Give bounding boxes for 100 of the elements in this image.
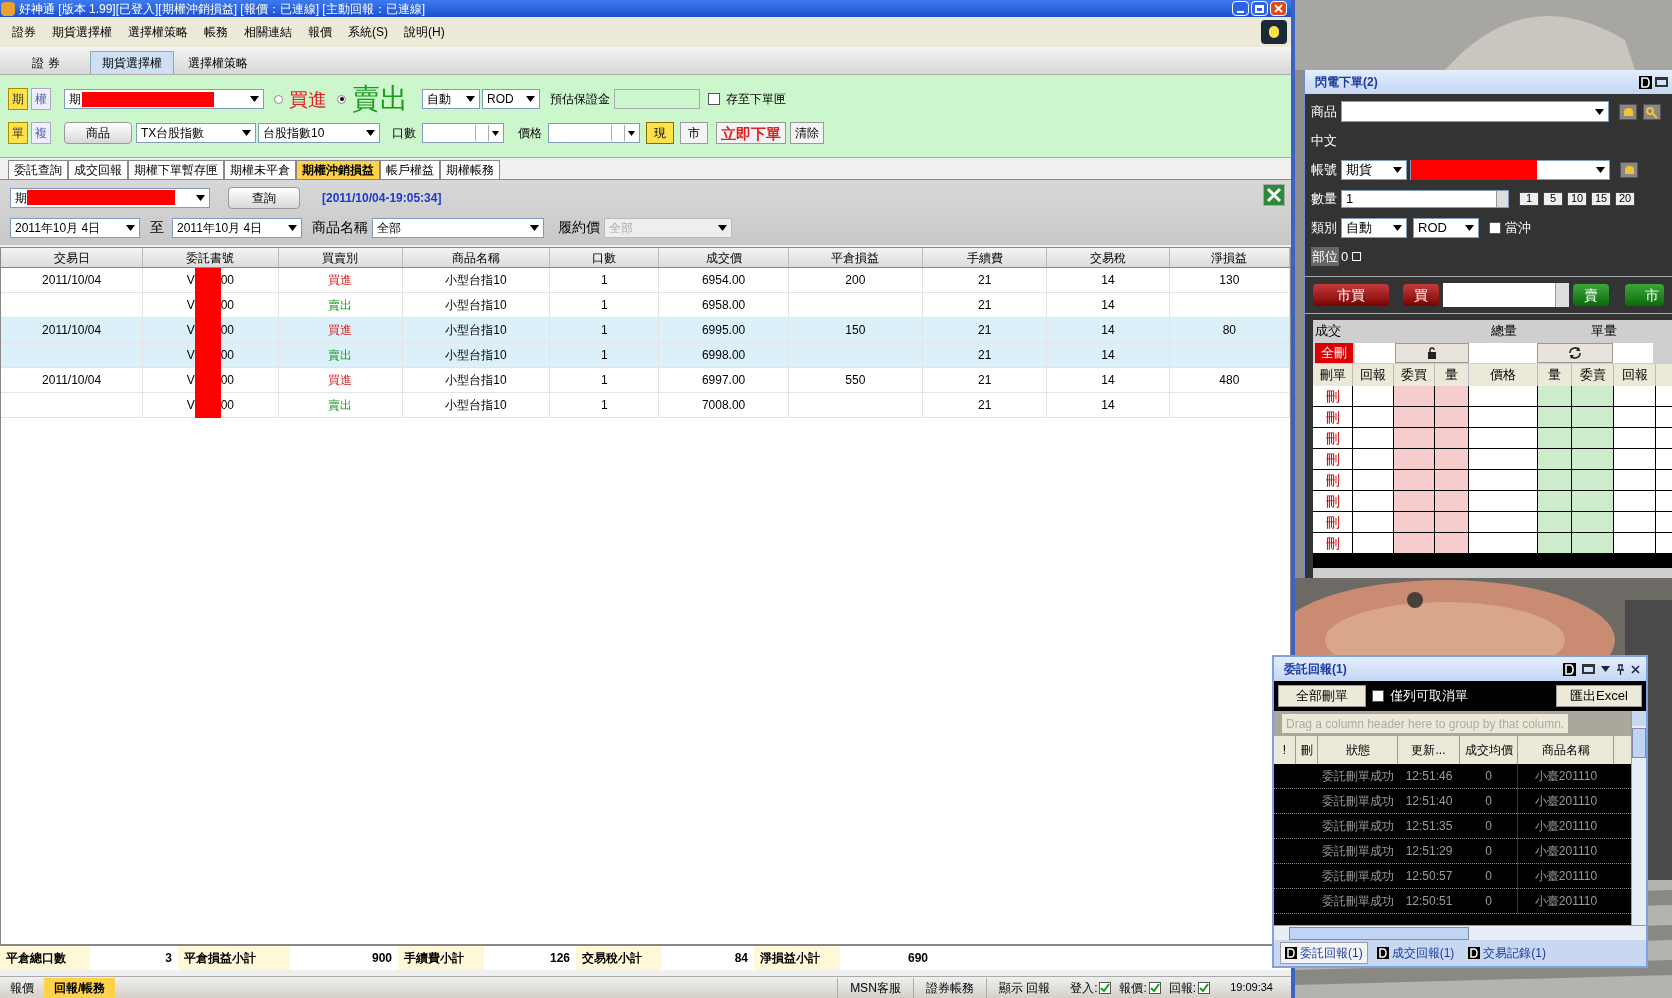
horizontal-scrollbar[interactable] <box>1274 925 1646 940</box>
column-header[interactable]: 成交均價 <box>1460 736 1518 764</box>
price-mode-button[interactable]: 市 <box>680 122 708 144</box>
toggle-button[interactable]: 權 <box>31 88 51 110</box>
column-header[interactable]: 委託書號 <box>143 248 279 267</box>
column-header[interactable]: 交易日 <box>1 248 144 267</box>
account-type-dropdown[interactable]: 期貨 <box>1341 159 1407 180</box>
toggle-button[interactable]: 單 <box>8 122 28 144</box>
checkbox[interactable] <box>708 93 720 105</box>
ladder-cell[interactable] <box>1572 533 1614 553</box>
delete-order-button[interactable]: 刪 <box>1325 490 1340 512</box>
checkbox[interactable] <box>1372 690 1384 702</box>
checkbox[interactable] <box>1198 981 1211 994</box>
table-row[interactable]: 2011/10/04 V 00 買進 小型台指10 1 6995.00 150 21 14 80 <box>1 318 1290 343</box>
table-row[interactable]: V 00 賣出 小型台指10 1 7008.00 21 14 <box>1 393 1290 418</box>
spinner-field[interactable] <box>548 123 640 143</box>
column-header[interactable]: 平倉損益 <box>788 248 923 267</box>
excel-export-icon[interactable] <box>1263 184 1285 206</box>
window-icon[interactable] <box>1582 664 1595 674</box>
ladder-cell[interactable] <box>1538 491 1572 511</box>
market-buy-button[interactable]: 市買 <box>1313 284 1389 306</box>
status-button[interactable]: MSN客服 <box>837 977 913 998</box>
ladder-cell[interactable] <box>1394 470 1435 490</box>
clear-button[interactable]: 清除 <box>790 122 824 144</box>
delete-order-button[interactable]: 刪 <box>1325 448 1340 470</box>
tab[interactable]: 帳戶權益 <box>380 160 440 179</box>
tab[interactable]: 選擇權策略 <box>176 51 260 74</box>
order-type-dropdown[interactable]: 自動 <box>422 89 480 109</box>
preset-button[interactable]: 15 <box>1591 191 1611 206</box>
delete-all-button[interactable]: 全部刪單 <box>1278 685 1366 707</box>
ladder-cell[interactable] <box>1538 449 1572 469</box>
ladder-cell[interactable] <box>1538 512 1572 532</box>
menu-item[interactable]: 選擇權策略 <box>120 23 196 41</box>
tab[interactable]: 回報/帳務 <box>44 977 116 998</box>
maximize-icon[interactable] <box>1251 1 1268 16</box>
menu-item[interactable]: 系統(S) <box>340 23 396 41</box>
product-dropdown[interactable]: 全部 <box>372 217 544 238</box>
tab[interactable]: 證 券 <box>4 51 88 74</box>
account-dropdown[interactable] <box>1410 159 1610 180</box>
ladder-cell[interactable] <box>1538 428 1572 448</box>
tab[interactable]: 報價 <box>0 977 44 998</box>
tab[interactable]: 成交回報(1) <box>1371 942 1460 964</box>
menu-item[interactable]: 相關連結 <box>236 23 300 41</box>
tab[interactable]: 委託查詢 <box>8 160 68 179</box>
delete-all-button[interactable]: 全刪 <box>1315 343 1353 363</box>
export-excel-button[interactable]: 匯出Excel <box>1556 685 1642 707</box>
column-header[interactable]: 刪 <box>1296 736 1318 764</box>
column-header[interactable]: 淨損益 <box>1169 248 1290 267</box>
time-in-force-dropdown[interactable]: ROD <box>1413 217 1479 238</box>
ladder-cell[interactable] <box>1394 491 1435 511</box>
column-header[interactable]: 交易稅 <box>1047 248 1170 267</box>
account-dropdown[interactable]: 期 <box>10 187 210 208</box>
lock-icon[interactable] <box>1619 103 1637 120</box>
lightbulb-icon[interactable] <box>1261 20 1287 44</box>
unlock-icon[interactable] <box>1395 343 1469 363</box>
date-dropdown[interactable]: 2011年10月 4日 <box>172 217 302 238</box>
submit-order-button[interactable]: 立即下單 <box>716 122 786 144</box>
status-button[interactable]: 證券帳務 <box>912 977 986 998</box>
toggle-button[interactable]: 期 <box>8 88 28 110</box>
ladder-cell[interactable] <box>1572 386 1614 406</box>
ladder-cell[interactable] <box>1394 407 1435 427</box>
ladder-cell[interactable] <box>1435 386 1469 406</box>
price-mode-button[interactable]: 現 <box>646 122 674 144</box>
ladder-cell[interactable] <box>1435 407 1469 427</box>
order-type-dropdown[interactable]: 自動 <box>1341 217 1407 238</box>
ladder-field[interactable] <box>1469 343 1537 363</box>
ladder-cell[interactable] <box>1572 428 1614 448</box>
spinner-field[interactable] <box>422 123 504 143</box>
dock-icon[interactable] <box>1639 75 1652 89</box>
menu-item[interactable]: 期貨選擇權 <box>44 23 120 41</box>
column-header[interactable]: 成交價 <box>659 248 789 267</box>
preset-button[interactable]: 20 <box>1615 191 1635 206</box>
ladder-cell[interactable] <box>1394 449 1435 469</box>
status-button[interactable]: 顯示 回報 <box>985 977 1063 998</box>
tab[interactable]: 交易記錄(1) <box>1463 942 1551 964</box>
ladder-cell[interactable] <box>1572 512 1614 532</box>
checkbox[interactable] <box>1148 981 1161 994</box>
delete-order-button[interactable]: 刪 <box>1325 427 1340 449</box>
tab[interactable]: 期貨選擇權 <box>90 51 174 74</box>
table-row[interactable]: 2011/10/04 V 00 買進 小型台指10 1 6997.00 550 21 14 480 <box>1 368 1290 393</box>
caret-icon[interactable] <box>1601 666 1610 672</box>
preset-button[interactable]: 5 <box>1543 191 1563 206</box>
ladder-cell[interactable] <box>1435 533 1469 553</box>
ladder-cell[interactable] <box>1572 449 1614 469</box>
delete-order-button[interactable]: 刪 <box>1325 406 1340 428</box>
ladder-cell[interactable] <box>1435 428 1469 448</box>
delete-order-button[interactable]: 刪 <box>1325 511 1340 533</box>
column-header[interactable]: 手續費 <box>923 248 1048 267</box>
preset-button[interactable]: 10 <box>1567 191 1587 206</box>
product-button[interactable]: 商品 <box>64 122 132 144</box>
window-icon[interactable] <box>1655 77 1668 87</box>
delete-order-button[interactable]: 刪 <box>1325 532 1340 554</box>
quantity-field[interactable]: 1 <box>1341 189 1509 208</box>
ladder-cell[interactable] <box>1394 386 1435 406</box>
checkbox[interactable] <box>1099 981 1112 994</box>
dock-icon[interactable] <box>1563 662 1576 676</box>
column-header[interactable]: 更新... <box>1398 736 1460 764</box>
tab[interactable]: 期權下單暫存匣 <box>128 160 224 179</box>
account-dropdown[interactable]: 期 <box>64 89 264 109</box>
market-sell-button[interactable]: 市 <box>1625 284 1664 306</box>
